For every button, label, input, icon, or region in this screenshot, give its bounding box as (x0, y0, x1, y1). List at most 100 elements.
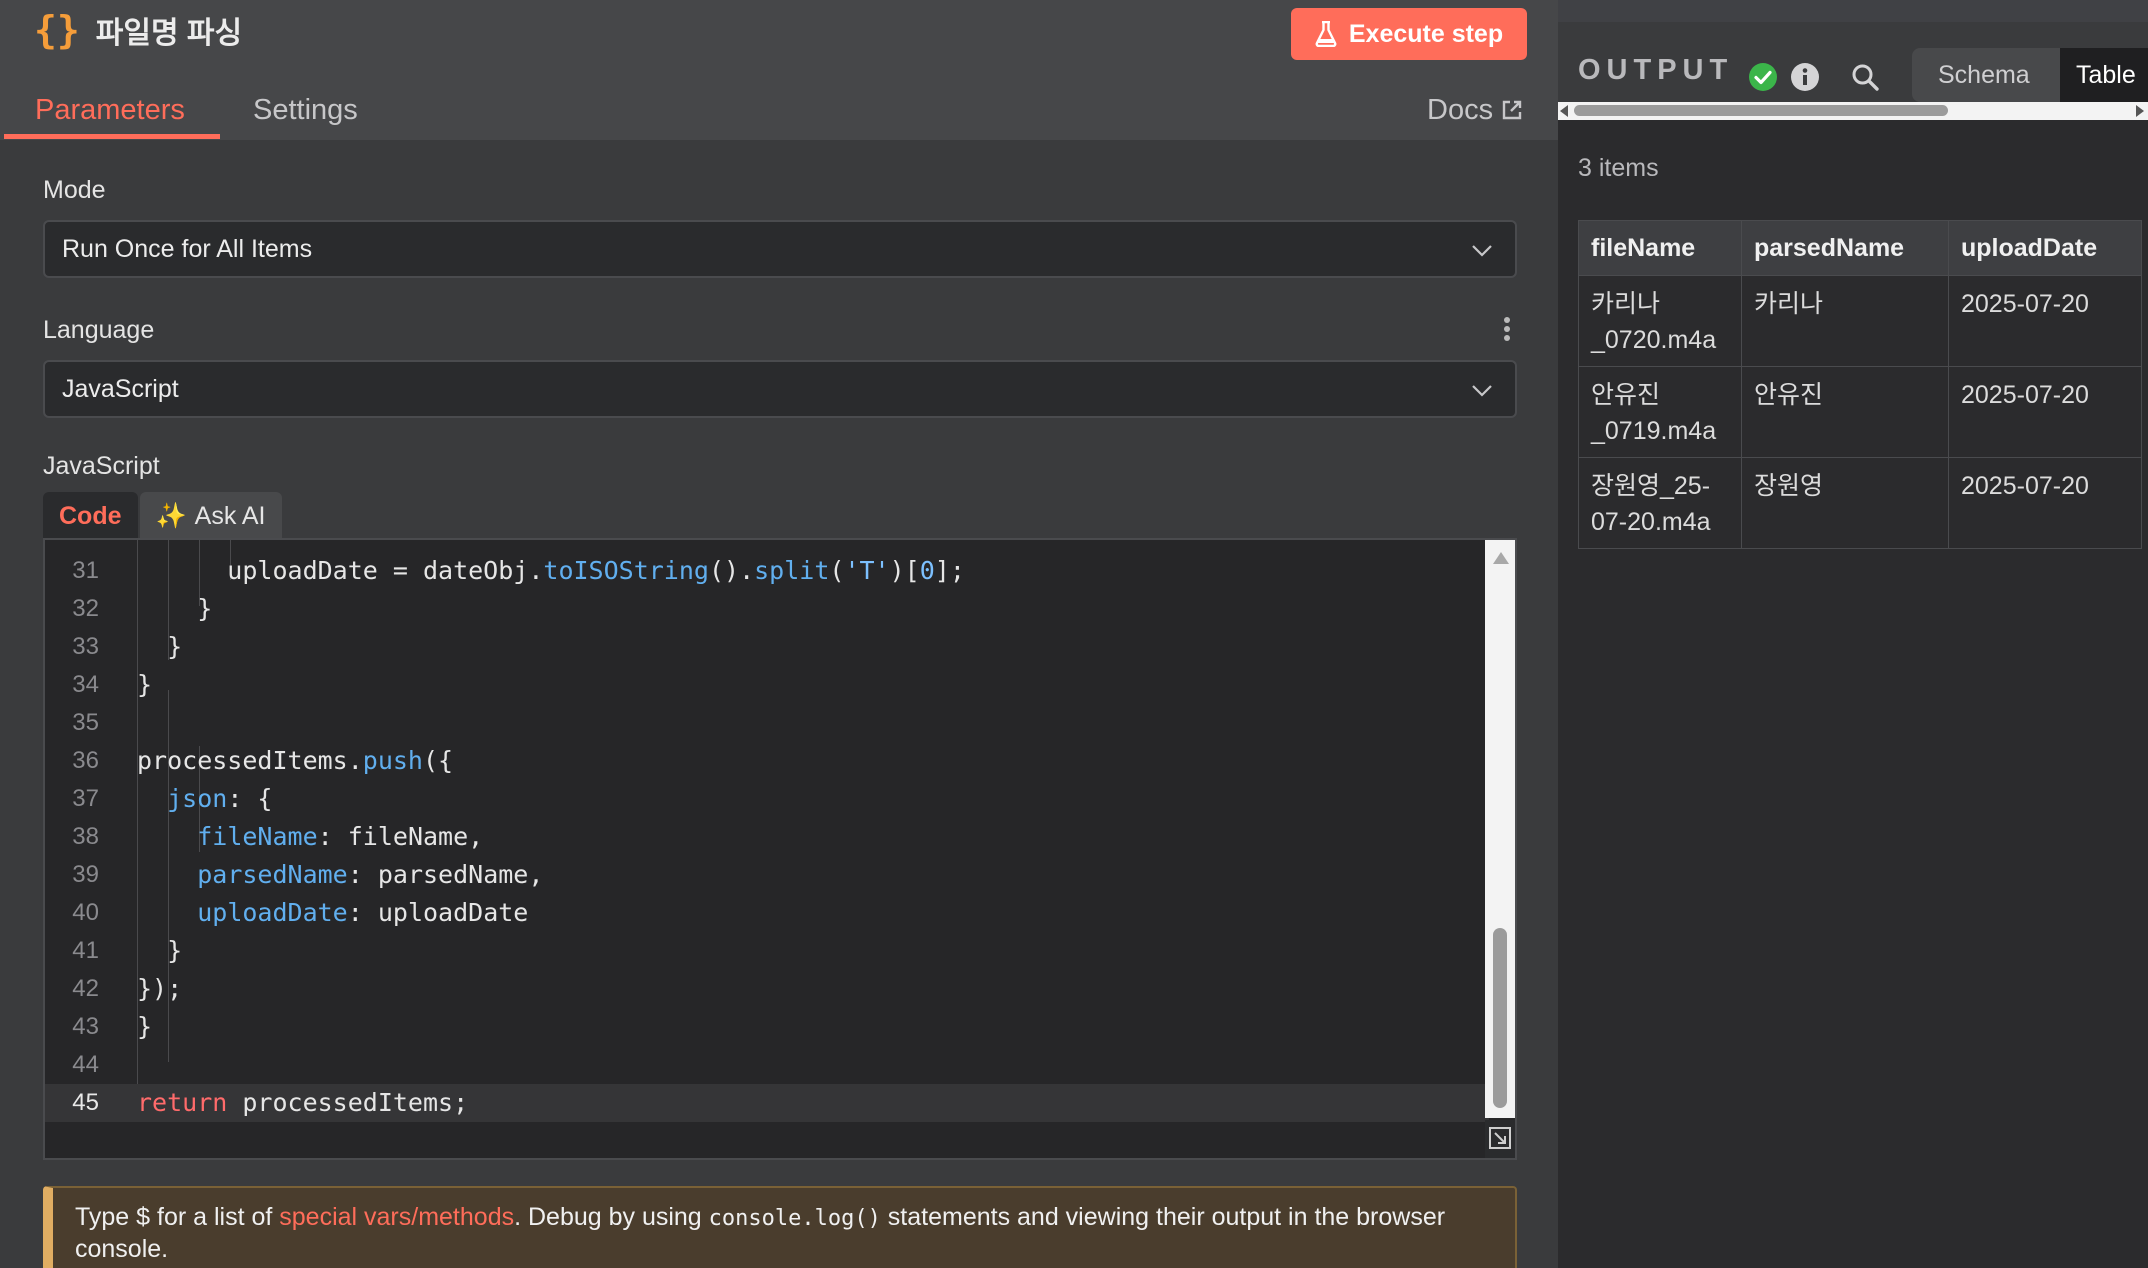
output-panel: OUTPUT Schema Table 3 items fileName par… (1558, 0, 2148, 1268)
code-line[interactable]: 40 uploadDate: uploadDate (45, 894, 1489, 932)
code-line[interactable]: 31 uploadDate = dateObj.toISOString().sp… (45, 552, 1489, 590)
code-text[interactable]: } (137, 932, 182, 970)
scrollbar-thumb[interactable] (1574, 105, 1948, 116)
items-count: 3 items (1578, 154, 1659, 182)
node-editor-panel: {} 파일명 파싱 Execute step Parameters Settin… (0, 0, 1558, 1268)
code-line[interactable]: 45 return processedItems; (45, 1084, 1489, 1122)
line-number: 40 (72, 899, 99, 926)
active-tab-indicator (4, 134, 220, 139)
chevron-down-icon (1472, 385, 1492, 397)
code-line[interactable]: 39 parsedName: parsedName, (45, 856, 1489, 894)
mode-value: Run Once for All Items (62, 234, 313, 263)
code-text[interactable]: uploadDate: uploadDate (137, 894, 528, 932)
code-text[interactable]: return processedItems; (137, 1084, 468, 1122)
table-cell[interactable]: 2025-07-20 (1948, 366, 2142, 458)
scroll-left-arrow-icon[interactable] (1560, 105, 1568, 117)
code-text[interactable]: } (137, 666, 152, 704)
flask-icon (1315, 21, 1337, 47)
code-line[interactable]: 35 (45, 704, 1489, 742)
code-text[interactable]: } (137, 1008, 152, 1046)
code-text[interactable]: processedItems.push({ (137, 742, 453, 780)
output-horizontal-scrollbar[interactable] (1558, 102, 2148, 120)
code-line[interactable]: 42}); (45, 970, 1489, 1008)
line-number: 42 (72, 975, 99, 1002)
docs-label: Docs (1427, 93, 1494, 126)
tab-parameters[interactable]: Parameters (35, 84, 185, 136)
column-header: fileName (1578, 220, 1742, 276)
ask-ai-label: Ask AI (194, 501, 266, 530)
panel-tabs: Parameters Settings (0, 84, 1558, 140)
chevron-down-icon (1472, 245, 1492, 257)
table-view-button[interactable]: Table (2060, 48, 2148, 102)
line-number: 38 (72, 823, 99, 850)
info-icon[interactable] (1790, 62, 1820, 92)
more-options-icon[interactable] (1503, 316, 1511, 342)
line-number: 45 (72, 1089, 99, 1116)
scroll-up-arrow-icon[interactable] (1493, 552, 1509, 564)
table-cell[interactable]: 카리나 (1741, 275, 1949, 367)
line-number: 32 (72, 595, 99, 622)
code-line[interactable]: 32 } (45, 590, 1489, 628)
mode-select[interactable]: Run Once for All Items (43, 220, 1517, 278)
line-number: 44 (72, 1051, 99, 1078)
code-text[interactable]: } (137, 590, 212, 628)
external-link-icon (1502, 100, 1522, 120)
language-label: Language (43, 316, 155, 344)
code-field-label: JavaScript (43, 452, 160, 480)
scrollbar-thumb[interactable] (1493, 928, 1507, 1108)
language-select[interactable]: JavaScript (43, 360, 1517, 418)
code-line[interactable]: 38 fileName: fileName, (45, 818, 1489, 856)
code-editor[interactable]: 31 uploadDate = dateObj.toISOString().sp… (43, 538, 1517, 1160)
code-text[interactable]: json: { (137, 780, 272, 818)
table-cell[interactable]: 카리나_0720.m4a (1578, 275, 1742, 367)
line-number: 35 (72, 709, 99, 736)
output-table: fileName parsedName uploadDate 카리나_0720.… (1578, 220, 2142, 549)
success-check-icon (1749, 63, 1777, 91)
language-value: JavaScript (62, 374, 179, 403)
resize-corner-icon (1489, 1127, 1511, 1149)
table-header-row: fileName parsedName uploadDate (1578, 220, 2142, 276)
console-log-code: console.log() (708, 1206, 881, 1231)
editor-resize-handle[interactable] (1485, 1120, 1515, 1158)
editor-vertical-scrollbar[interactable] (1485, 540, 1515, 1118)
code-text[interactable]: fileName: fileName, (137, 818, 483, 856)
code-hint-notice: Type $ for a list of special vars/method… (43, 1186, 1517, 1268)
tab-code[interactable]: Code (43, 492, 138, 540)
table-cell[interactable]: 장원영 (1741, 457, 1949, 549)
code-text[interactable]: uploadDate = dateObj.toISOString().split… (137, 552, 965, 590)
code-line[interactable]: 41 } (45, 932, 1489, 970)
code-braces-icon: {} (34, 8, 80, 52)
table-cell[interactable]: 2025-07-20 (1948, 275, 2142, 367)
code-line[interactable]: 44 (45, 1046, 1489, 1084)
code-line[interactable]: 43} (45, 1008, 1489, 1046)
view-mode-switch: Schema Table (1912, 48, 2148, 102)
execute-step-label: Execute step (1348, 19, 1504, 48)
table-cell[interactable]: 안유진_0719.m4a (1578, 366, 1742, 458)
schema-view-button[interactable]: Schema (1938, 48, 2030, 102)
line-number: 36 (72, 747, 99, 774)
table-cell[interactable]: 2025-07-20 (1948, 457, 2142, 549)
execute-step-button[interactable]: Execute step (1291, 8, 1527, 60)
code-text[interactable]: parsedName: parsedName, (137, 856, 543, 894)
code-tabs: Code ✨ Ask AI (43, 492, 282, 540)
table-row: 카리나_0720.m4a 카리나 2025-07-20 (1578, 275, 2142, 367)
code-line[interactable]: 33 } (45, 628, 1489, 666)
code-text[interactable]: } (137, 628, 182, 666)
node-title: {} 파일명 파싱 (34, 8, 242, 52)
node-title-text[interactable]: 파일명 파싱 (96, 8, 242, 52)
line-number: 41 (72, 937, 99, 964)
table-cell[interactable]: 안유진 (1741, 366, 1949, 458)
code-text[interactable]: }); (137, 970, 182, 1008)
hint-text: . Debug by using (514, 1203, 709, 1231)
column-header: parsedName (1741, 220, 1949, 276)
search-icon[interactable] (1850, 62, 1880, 92)
code-line[interactable]: 37 json: { (45, 780, 1489, 818)
tab-settings[interactable]: Settings (253, 84, 358, 136)
code-line[interactable]: 36 processedItems.push({ (45, 742, 1489, 780)
code-line[interactable]: 34} (45, 666, 1489, 704)
scroll-right-arrow-icon[interactable] (2136, 105, 2144, 117)
tab-ask-ai[interactable]: ✨ Ask AI (139, 492, 282, 540)
table-cell[interactable]: 장원영_25-07-20.m4a (1578, 457, 1742, 549)
docs-link[interactable]: Docs (1427, 84, 1523, 136)
special-vars-link[interactable]: special vars/methods (279, 1203, 514, 1231)
